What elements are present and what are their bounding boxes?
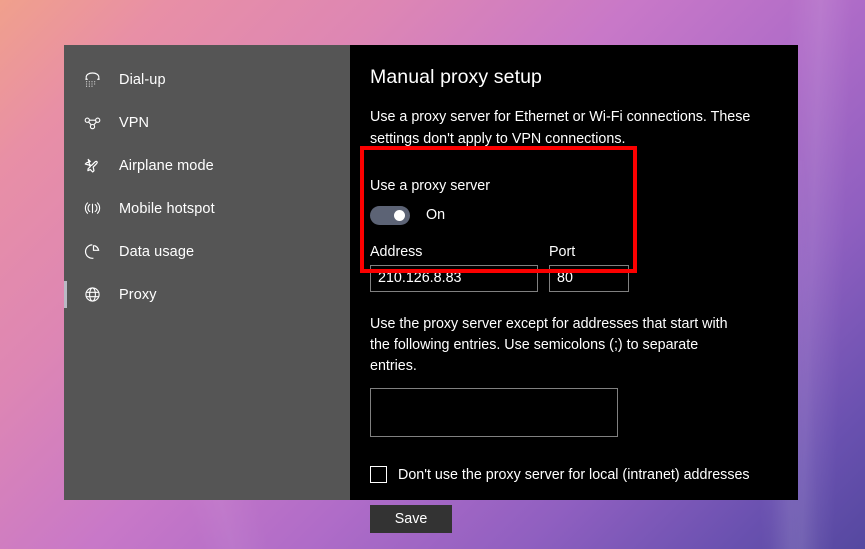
sidebar-item-mobile-hotspot[interactable]: Mobile hotspot bbox=[64, 187, 350, 230]
globe-icon bbox=[79, 284, 105, 306]
page-title: Manual proxy setup bbox=[370, 66, 542, 88]
selection-indicator bbox=[64, 195, 67, 222]
sidebar-item-label: Dial-up bbox=[119, 71, 166, 88]
toggle-state-label: On bbox=[426, 207, 446, 224]
settings-window: Dial-up VPN Airplane mode Mobile hotspot… bbox=[64, 45, 798, 534]
intro-description: Use a proxy server for Ethernet or Wi-Fi… bbox=[370, 109, 751, 147]
use-proxy-server-toggle[interactable] bbox=[370, 205, 410, 225]
save-button[interactable]: Save bbox=[370, 505, 452, 534]
use-proxy-server-section: Use a proxy server On Address Port bbox=[370, 178, 798, 292]
selection-indicator bbox=[64, 238, 67, 265]
local-bypass-row: Don't use the proxy server for local (in… bbox=[370, 466, 798, 484]
pie-chart-icon bbox=[79, 241, 105, 263]
selection-indicator bbox=[64, 152, 67, 179]
address-label: Address bbox=[370, 243, 423, 260]
use-proxy-server-toggle-row: On bbox=[370, 205, 798, 225]
sidebar-item-dial-up[interactable]: Dial-up bbox=[64, 58, 350, 101]
sidebar-item-proxy[interactable]: Proxy bbox=[64, 273, 350, 316]
address-input[interactable] bbox=[370, 264, 538, 292]
selection-indicator bbox=[64, 66, 67, 93]
toggle-knob bbox=[394, 209, 405, 221]
address-field-group: Address bbox=[370, 244, 538, 292]
sidebar-item-label: Data usage bbox=[119, 243, 195, 260]
sidebar-item-airplane-mode[interactable]: Airplane mode bbox=[64, 144, 350, 187]
port-input[interactable] bbox=[549, 264, 629, 292]
proxy-settings-panel: Manual proxy setup Use a proxy server fo… bbox=[350, 45, 798, 534]
use-proxy-server-label: Use a proxy server bbox=[370, 177, 490, 194]
telephone-icon bbox=[79, 69, 105, 91]
local-bypass-label: Don't use the proxy server for local (in… bbox=[398, 466, 750, 483]
sidebar-item-label: Mobile hotspot bbox=[119, 200, 215, 217]
sidebar-item-label: Airplane mode bbox=[119, 157, 214, 174]
port-label: Port bbox=[549, 243, 576, 260]
airplane-icon bbox=[79, 155, 105, 177]
sidebar-item-label: Proxy bbox=[119, 286, 157, 303]
exceptions-textarea[interactable] bbox=[370, 388, 618, 438]
settings-sidebar: Dial-up VPN Airplane mode Mobile hotspot… bbox=[64, 45, 350, 500]
selection-indicator bbox=[64, 281, 67, 308]
selection-indicator bbox=[64, 109, 67, 136]
port-field-group: Port bbox=[549, 244, 629, 292]
sidebar-item-label: VPN bbox=[119, 114, 150, 131]
local-bypass-checkbox[interactable] bbox=[370, 466, 387, 484]
sidebar-item-data-usage[interactable]: Data usage bbox=[64, 230, 350, 273]
address-port-row: Address Port bbox=[370, 244, 798, 292]
broadcast-icon bbox=[79, 198, 105, 220]
exceptions-description: Use the proxy server except for addresse… bbox=[370, 315, 728, 375]
vpn-network-icon bbox=[79, 112, 105, 134]
sidebar-item-vpn[interactable]: VPN bbox=[64, 101, 350, 144]
